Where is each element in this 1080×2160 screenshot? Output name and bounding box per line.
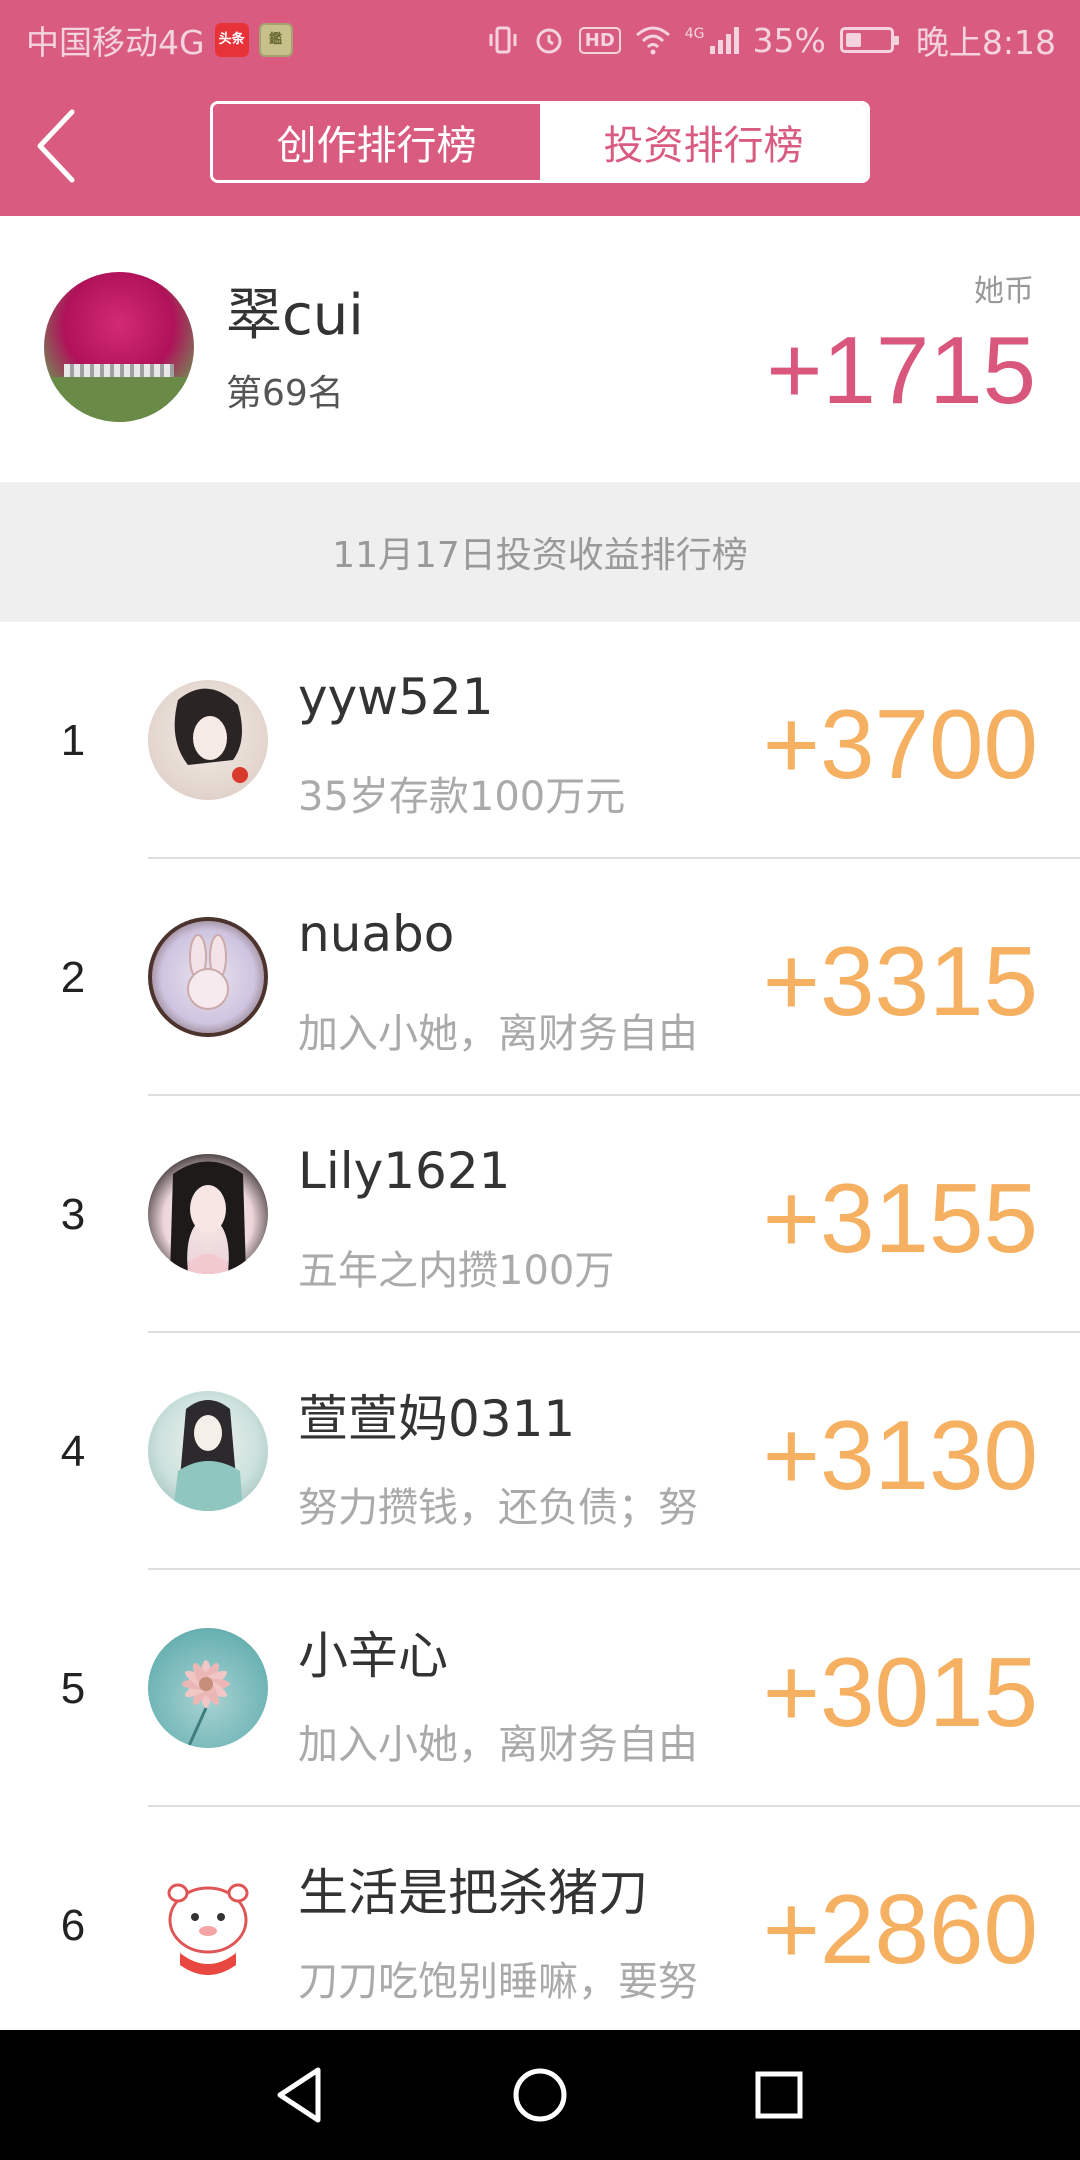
rank-number: 2 — [60, 953, 86, 1002]
row-username: 生活是把杀猪刀 — [298, 1864, 648, 1922]
battery-percent-label: 35% — [752, 20, 826, 60]
user-name: 翠cui — [226, 283, 364, 348]
row-motto: 加入小她，离财务自由 — [298, 1722, 698, 1768]
hd-icon: HD — [578, 26, 621, 54]
avatar[interactable] — [148, 1391, 268, 1511]
row-motto: 35岁存款100万元 — [298, 774, 626, 820]
circle-home-icon — [513, 2068, 567, 2122]
wifi-icon — [635, 25, 671, 55]
app-notification-icon: 鑑 — [258, 23, 293, 57]
user-rank: 第69名 — [226, 373, 344, 414]
status-right: HD 4G 35% 晚上8:18 — [473, 16, 1056, 64]
status-left: 中国移动4G 头条 鑑 — [26, 16, 293, 64]
ranking-row[interactable]: 2 nuabo 加入小她，离财务自由 +3315 — [0, 859, 1080, 1096]
row-motto: 努力攒钱，还负债；努 — [298, 1485, 698, 1531]
back-button[interactable] — [28, 106, 98, 186]
ranking-row[interactable]: 5 小辛心 加入小她，离财务自由 +3015 — [0, 1570, 1080, 1807]
row-username: nuabo — [298, 905, 455, 963]
avatar[interactable] — [148, 1154, 268, 1274]
rank-number: 4 — [60, 1427, 86, 1476]
row-username: yyw521 — [298, 668, 494, 726]
current-user-card[interactable]: 翠cui 第69名 她币 +1715 — [0, 216, 1080, 482]
nav-home-button[interactable] — [505, 2060, 575, 2130]
user-avatar[interactable] — [44, 272, 194, 422]
status-bar: 中国移动4G 头条 鑑 HD 4G 35% 晚上8:18 — [0, 0, 1080, 76]
row-motto: 加入小她，离财务自由 — [298, 1011, 698, 1057]
rank-number: 3 — [60, 1190, 86, 1239]
row-score: +3315 — [762, 926, 1038, 1036]
row-username: 萱萱妈0311 — [298, 1390, 576, 1448]
currency-label: 她币 — [974, 274, 1034, 309]
avatar[interactable] — [148, 917, 268, 1037]
row-score: +3130 — [762, 1400, 1038, 1510]
nav-recents-button[interactable] — [744, 2060, 814, 2130]
user-score: +1715 — [766, 317, 1036, 424]
row-score: +3015 — [762, 1637, 1038, 1747]
battery-icon — [839, 27, 899, 53]
top-header: 创作排行榜 投资排行榜 — [0, 76, 1080, 216]
rank-number: 6 — [60, 1901, 86, 1950]
row-score: +3700 — [762, 689, 1038, 799]
tab-creation-ranking[interactable]: 创作排行榜 — [213, 104, 540, 180]
toutiao-app-icon: 头条 — [214, 23, 249, 57]
row-motto: 刀刀吃饱别睡嘛，要努 — [298, 1959, 698, 2005]
ranking-tab-group: 创作排行榜 投资排行榜 — [210, 101, 870, 183]
tab-investment-ranking[interactable]: 投资排行榜 — [540, 104, 867, 180]
alarm-icon — [533, 24, 565, 56]
cellular-signal-icon: 4G — [685, 26, 739, 54]
ranking-row[interactable]: 4 萱萱妈0311 努力攒钱，还负债；努 +3130 — [0, 1333, 1080, 1570]
avatar[interactable] — [148, 680, 268, 800]
square-recents-icon — [755, 2071, 803, 2119]
row-motto: 五年之内攒100万 — [298, 1248, 615, 1294]
system-nav-bar — [0, 2030, 1080, 2160]
avatar[interactable] — [148, 1628, 268, 1748]
app-screen: 中国移动4G 头条 鑑 HD 4G 35% 晚上8:18 创作排行榜 投资排行榜… — [0, 0, 1080, 2160]
row-score: +3155 — [762, 1163, 1038, 1273]
ranking-row[interactable]: 6 生活是把杀猪刀 刀刀吃饱别睡嘛，要努 +2860 — [0, 1807, 1080, 2044]
ranking-row[interactable]: 3 Lily1621 五年之内攒100万 +3155 — [0, 1096, 1080, 1333]
row-username: 小辛心 — [298, 1627, 448, 1685]
row-username: Lily1621 — [298, 1142, 511, 1200]
row-score: +2860 — [762, 1874, 1038, 1984]
vibrate-icon — [487, 24, 519, 56]
ranking-row[interactable]: 1 yyw521 35岁存款100万元 +3700 — [0, 622, 1080, 859]
carrier-label: 中国移动4G — [26, 23, 205, 62]
ranking-list: 1 yyw521 35岁存款100万元 +3700 2 nuabo 加入小她，离… — [0, 622, 1080, 2044]
avatar[interactable] — [148, 1865, 268, 1985]
chevron-left-icon — [37, 109, 75, 183]
network-type-label: 4G — [684, 26, 705, 42]
nav-back-button[interactable] — [266, 2060, 336, 2130]
clock-label: 晚上8:18 — [915, 23, 1056, 62]
section-title: 11月17日投资收益排行榜 — [0, 482, 1080, 622]
rank-number: 5 — [60, 1664, 86, 1713]
triangle-back-icon — [277, 2067, 321, 2123]
rank-number: 1 — [60, 716, 86, 765]
